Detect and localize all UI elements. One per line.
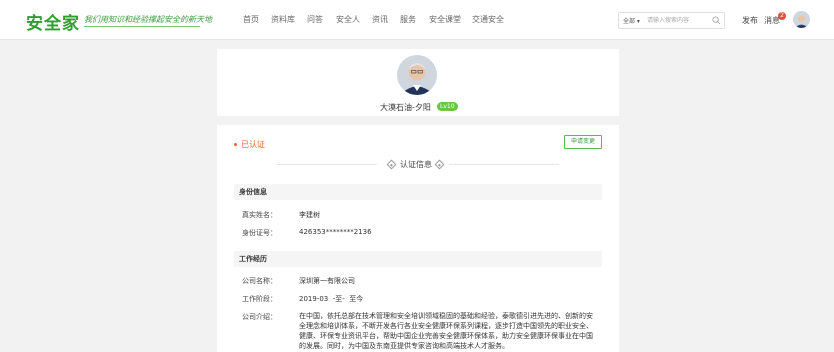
site-logo[interactable]: 安全家 — [26, 9, 80, 34]
avatar-image — [397, 55, 437, 95]
id-number-value: 426353********2136 — [299, 228, 372, 236]
avatar-image — [793, 11, 810, 28]
diamond-icon — [386, 159, 397, 170]
nav-item-home[interactable]: 首页 — [243, 14, 259, 25]
level-badge: Lv10 — [437, 102, 458, 111]
section-title-certification: 认证信息 — [400, 160, 432, 169]
certification-card: 已认证 申请变更 认证信息 身份信息 真实姓名： 李建树 身份证号： 42635… — [217, 125, 619, 352]
search-icon[interactable] — [712, 16, 721, 25]
diamond-icon — [434, 159, 445, 170]
status-dot-icon — [234, 143, 237, 146]
real-name-label: 真实姓名： — [242, 211, 277, 219]
id-number-label: 身份证号： — [242, 229, 277, 237]
work-period-label: 工作阶段： — [242, 295, 277, 303]
search-box: 全部 ▾ — [618, 12, 725, 29]
nav-item-safety-people[interactable]: 安全人 — [336, 14, 360, 25]
apply-change-button[interactable]: 申请变更 — [564, 135, 602, 149]
company-name-label: 公司名称： — [242, 277, 277, 285]
site-slogan: 我们用知识和经验撑起安全的新天地 — [84, 15, 212, 24]
identity-section-header: 身份信息 — [234, 184, 602, 200]
search-scope-select[interactable]: 全部 ▾ — [623, 16, 640, 25]
company-intro-text: 在中国，依托总部在技术管理和安全培训领域稳固的基础和经验，泰歌德引进先进的、创新… — [299, 312, 593, 350]
profile-avatar — [397, 55, 437, 95]
nav-item-services[interactable]: 服务 — [400, 14, 416, 25]
nav-item-traffic-safety[interactable]: 交通安全 — [472, 14, 504, 25]
publish-button[interactable]: 发布 — [742, 15, 758, 26]
profile-username: 大漠石油-夕阳 — [380, 103, 431, 112]
divider-line-right — [449, 164, 559, 165]
work-section-title: 工作经历 — [239, 255, 267, 263]
message-count-badge: 2 — [778, 12, 786, 20]
profile-card: 大漠石油-夕阳 Lv10 — [217, 49, 619, 116]
top-navigation-bar: 安全家 我们用知识和经验撑起安全的新天地 首页 资料库 问答 安全人 资讯 服务… — [0, 0, 834, 40]
search-input[interactable] — [647, 14, 711, 27]
nav-item-news[interactable]: 资讯 — [372, 14, 388, 25]
company-intro-label: 公司介绍： — [242, 313, 277, 321]
identity-section-title: 身份信息 — [239, 188, 267, 196]
nav-item-qa[interactable]: 问答 — [307, 14, 323, 25]
nav-item-safety-class[interactable]: 安全课堂 — [429, 14, 461, 25]
real-name-value: 李建树 — [299, 211, 320, 219]
work-section-header: 工作经历 — [234, 251, 602, 267]
certification-status: 已认证 — [234, 139, 265, 150]
divider-line-left — [277, 164, 377, 165]
nav-item-library[interactable]: 资料库 — [271, 14, 295, 25]
slogan-underline — [84, 26, 200, 27]
company-name-value: 深圳第一有限公司 — [299, 277, 355, 285]
user-avatar[interactable] — [793, 11, 810, 28]
work-period-value: 2019-03 -至- 至今 — [299, 295, 364, 303]
